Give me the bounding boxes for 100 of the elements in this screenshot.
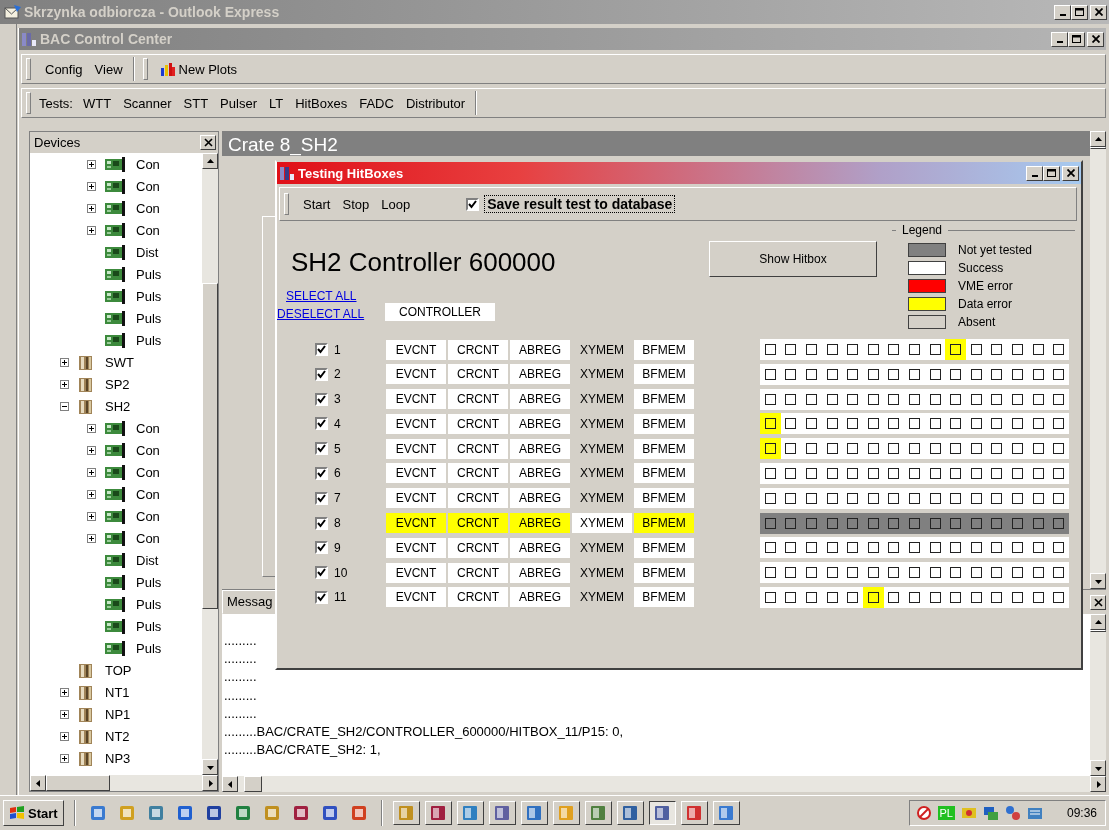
tree-item[interactable]: Con xyxy=(136,156,160,172)
tree-item[interactable]: Puls xyxy=(136,640,162,656)
toolbar-grip[interactable] xyxy=(26,58,31,80)
scroll-down-button[interactable] xyxy=(1090,573,1106,589)
expand-icon[interactable] xyxy=(87,489,96,499)
tree-item[interactable]: Con xyxy=(136,530,160,546)
horizontal-scrollbar[interactable] xyxy=(30,775,218,791)
horizontal-scrollbar[interactable] xyxy=(222,776,1106,792)
menu-item[interactable]: LT xyxy=(262,95,290,111)
minimize-button[interactable] xyxy=(1026,165,1043,181)
close-button[interactable] xyxy=(1062,165,1079,181)
tree-item[interactable]: Puls xyxy=(136,310,162,326)
show-hitbox-button[interactable]: Show Hitbox xyxy=(709,241,877,277)
checkbox[interactable] xyxy=(315,467,328,480)
scroll-up-button[interactable] xyxy=(1090,614,1106,630)
close-button[interactable] xyxy=(200,135,216,150)
expand-icon[interactable] xyxy=(60,687,69,697)
tree-item[interactable]: Con xyxy=(136,200,160,216)
deselect-all-link[interactable]: DESELECT ALL xyxy=(277,307,385,321)
toolbar-grip[interactable] xyxy=(142,58,148,80)
tree-item[interactable]: NT1 xyxy=(105,684,130,700)
maximize-button[interactable] xyxy=(1068,31,1085,47)
tree-item[interactable]: Con xyxy=(136,508,160,524)
scrollbar-thumb[interactable] xyxy=(244,776,262,792)
expand-icon[interactable] xyxy=(87,423,96,433)
expand-icon[interactable] xyxy=(60,731,69,741)
vertical-scrollbar[interactable] xyxy=(202,153,218,775)
checkbox-label[interactable]: Save result test to database xyxy=(484,195,676,213)
tree-item[interactable]: Puls xyxy=(136,596,162,612)
checkbox[interactable] xyxy=(315,541,328,555)
tree-item[interactable]: Con xyxy=(136,464,160,480)
select-all-link[interactable]: SELECT ALL xyxy=(286,289,385,303)
expand-icon[interactable] xyxy=(60,709,69,719)
checkbox[interactable] xyxy=(466,197,480,211)
scroll-right-button[interactable] xyxy=(202,775,218,791)
expand-icon[interactable] xyxy=(87,533,96,543)
scroll-up-button[interactable] xyxy=(202,153,218,169)
close-button[interactable] xyxy=(1087,31,1104,47)
scroll-left-button[interactable] xyxy=(222,776,238,792)
checkbox[interactable] xyxy=(315,367,328,381)
new-plots-button[interactable]: New Plots xyxy=(155,61,242,77)
taskbar-button[interactable] xyxy=(648,801,676,825)
checkbox[interactable] xyxy=(315,442,328,456)
scrollbar-thumb[interactable] xyxy=(1090,630,1106,632)
menu-item[interactable]: View xyxy=(88,61,129,77)
checkbox[interactable] xyxy=(315,491,328,505)
checkbox[interactable] xyxy=(315,417,328,431)
toolbar-grip[interactable] xyxy=(284,193,289,215)
vertical-scrollbar[interactable] xyxy=(1090,131,1106,589)
start-button[interactable]: Start xyxy=(3,800,64,826)
tree-item[interactable]: SH2 xyxy=(105,398,131,414)
tree-item[interactable]: NP1 xyxy=(105,706,131,722)
menu-item[interactable]: Loop xyxy=(375,196,417,212)
no-entry-icon[interactable] xyxy=(915,805,932,821)
collapse-icon[interactable] xyxy=(60,401,69,411)
menu-item[interactable]: Start xyxy=(297,196,337,212)
expand-icon[interactable] xyxy=(87,225,96,235)
menu-item[interactable]: Pulser xyxy=(214,95,263,111)
menu-item[interactable]: Scanner xyxy=(117,95,178,111)
maximize-button[interactable] xyxy=(1043,165,1060,181)
scroll-down-button[interactable] xyxy=(202,759,218,775)
tree-item[interactable]: Con xyxy=(136,486,160,502)
expand-icon[interactable] xyxy=(87,467,96,477)
expand-icon[interactable] xyxy=(60,379,69,389)
tree-item[interactable]: Con xyxy=(136,420,160,436)
checkbox[interactable] xyxy=(315,516,328,530)
tree-item[interactable]: Con xyxy=(136,222,160,238)
tree-item[interactable]: Puls xyxy=(136,288,162,304)
tray-program-icon[interactable] xyxy=(960,805,977,821)
tree-item[interactable]: NP3 xyxy=(105,750,131,766)
checkbox[interactable] xyxy=(315,590,328,604)
tree-item[interactable]: SWT xyxy=(105,354,134,370)
minimize-button[interactable] xyxy=(1051,31,1068,47)
minimize-button[interactable] xyxy=(1054,4,1071,20)
toolbar-grip[interactable] xyxy=(26,92,31,114)
menu-item[interactable]: HitBoxes xyxy=(289,95,354,111)
tree-item[interactable]: SP2 xyxy=(105,376,130,392)
menu-item[interactable]: Config xyxy=(39,61,89,77)
menu-item[interactable]: FADC xyxy=(353,95,400,111)
expand-icon[interactable] xyxy=(60,753,69,763)
tree-item[interactable]: Puls xyxy=(136,266,162,282)
tray-program-icon[interactable] xyxy=(1004,805,1021,821)
vertical-scrollbar[interactable] xyxy=(1090,614,1106,776)
tree-item[interactable]: Puls xyxy=(136,332,162,348)
expand-icon[interactable] xyxy=(87,159,96,169)
checkbox[interactable] xyxy=(315,343,328,356)
scroll-up-button[interactable] xyxy=(1090,131,1106,147)
tree-item[interactable]: Dist xyxy=(136,552,159,568)
tree-item[interactable]: NT2 xyxy=(105,728,130,744)
checkbox[interactable] xyxy=(315,566,328,580)
scroll-left-button[interactable] xyxy=(30,775,46,791)
menu-item[interactable]: WTT xyxy=(76,95,118,111)
tray-program-icon[interactable] xyxy=(1026,805,1043,821)
tree-item[interactable]: Puls xyxy=(136,618,162,634)
scroll-right-button[interactable] xyxy=(1090,776,1106,792)
checkbox[interactable] xyxy=(315,392,328,406)
tree-item[interactable]: Con xyxy=(136,178,160,194)
menu-item[interactable]: Distributor xyxy=(399,95,472,111)
tree-item[interactable]: TOP xyxy=(105,662,132,678)
expand-icon[interactable] xyxy=(87,181,96,191)
